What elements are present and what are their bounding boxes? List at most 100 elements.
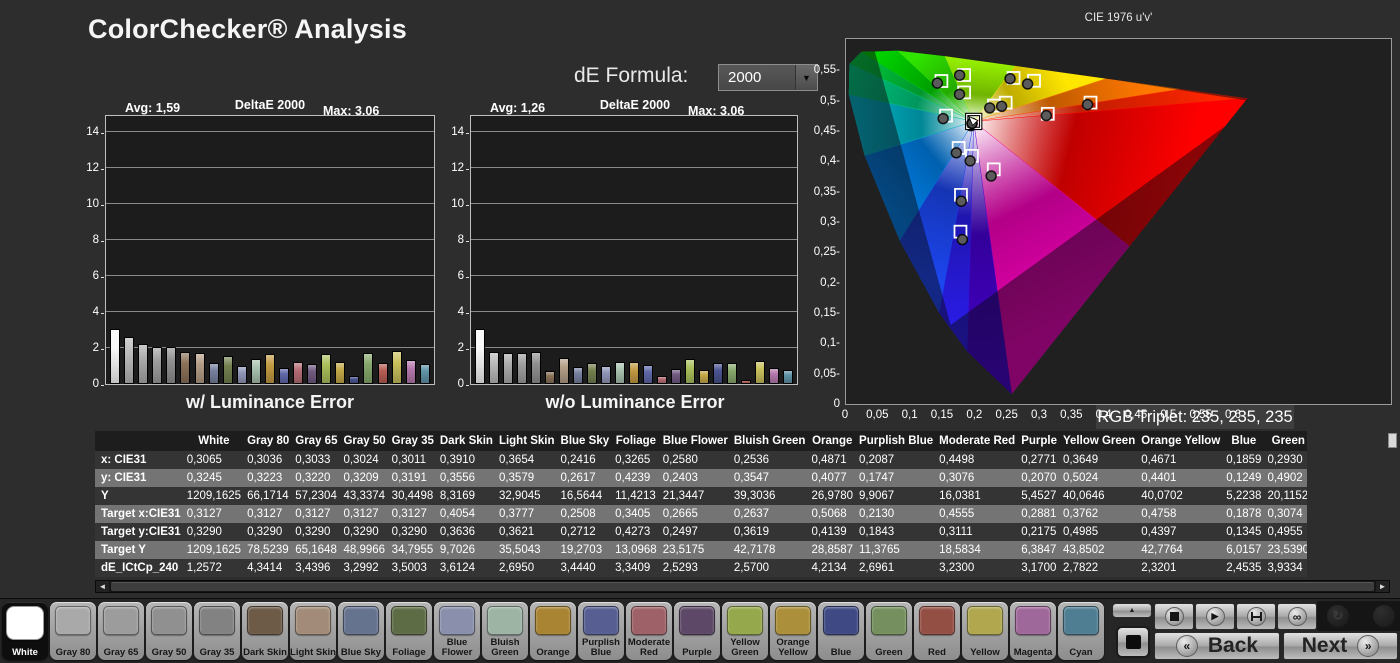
- row-label: Target x:CIE31: [95, 505, 184, 523]
- patch-button-yellow-green[interactable]: Yellow Green: [722, 602, 768, 660]
- patch-swatch: [6, 606, 44, 640]
- y-axis-tick-label: 12: [440, 162, 464, 174]
- patch-button-gray-35[interactable]: Gray 35: [194, 602, 240, 660]
- column-header-purple: Purple: [1018, 431, 1060, 451]
- measured-marker: [938, 114, 948, 124]
- patch-button-gray-50[interactable]: Gray 50: [146, 602, 192, 660]
- column-header-gray-80: Gray 80: [244, 431, 292, 451]
- scroll-left-icon[interactable]: ◄: [96, 581, 109, 592]
- table-cell: 0,2497: [660, 523, 731, 541]
- patch-button-red[interactable]: Red: [914, 602, 960, 660]
- y-axis-tick-label: 6: [440, 270, 464, 282]
- patch-button-orange-yellow[interactable]: Orange Yellow: [770, 602, 816, 660]
- patch-button-green[interactable]: Green: [866, 602, 912, 660]
- patch-label: Gray 80: [56, 635, 91, 660]
- bar-moderate-red: [657, 376, 667, 384]
- scroll-right-icon[interactable]: ►: [1376, 581, 1389, 592]
- loop-button[interactable]: ∞: [1277, 603, 1317, 630]
- measured-marker: [956, 196, 966, 206]
- expander-up-button[interactable]: ▲: [1112, 603, 1152, 618]
- row-label: Y: [95, 487, 184, 505]
- table-cell: 0,3127: [389, 505, 437, 523]
- patch-button-orange[interactable]: Orange: [530, 602, 576, 660]
- current-patch-stop-button[interactable]: [1116, 626, 1150, 658]
- bar-blue-sky: [209, 363, 219, 384]
- bar-bluish-green: [251, 359, 261, 384]
- patch-button-blue-flower[interactable]: Blue Flower: [434, 602, 480, 660]
- patch-button-white[interactable]: White: [2, 602, 48, 660]
- patch-label: Purplish Blue: [578, 635, 624, 660]
- cie-y-tick-label: 0,1-: [802, 337, 840, 349]
- table-cell: 0,3127: [340, 505, 388, 523]
- chart2-caption: w/o Luminance Error: [470, 392, 800, 413]
- patch-button-dark-skin[interactable]: Dark Skin: [242, 602, 288, 660]
- y-axis-tick-label: 4: [440, 306, 464, 318]
- table-cell: 19,2703: [558, 541, 613, 559]
- patch-button-gray-65[interactable]: Gray 65: [98, 602, 144, 660]
- patch-button-yellow[interactable]: Yellow: [962, 602, 1008, 660]
- bar-orange: [265, 354, 275, 384]
- patch-label: Orange Yellow: [770, 635, 816, 660]
- table-cell: 16,0381: [936, 487, 1018, 505]
- bar-gray-80: [489, 352, 499, 384]
- patch-swatch: [583, 606, 619, 635]
- table-vertical-scroll-hint[interactable]: [1388, 433, 1397, 448]
- table-cell: 0,4955: [1264, 523, 1307, 541]
- table-cell: 0,4985: [1060, 523, 1138, 541]
- table-header-row: WhiteGray 80Gray 65Gray 50Gray 35Dark Sk…: [95, 431, 1307, 451]
- table-cell: 0,3405: [612, 505, 660, 523]
- bar-gray-65: [503, 353, 513, 385]
- table-cell: 0,4077: [808, 469, 856, 487]
- patch-button-blue[interactable]: Blue: [818, 602, 864, 660]
- table-cell: 1209,1625: [184, 541, 244, 559]
- back-button[interactable]: « Back: [1154, 632, 1280, 660]
- patch-button-blue-sky[interactable]: Blue Sky: [338, 602, 384, 660]
- stop-button[interactable]: [1154, 603, 1194, 630]
- table-cell: 8,3169: [437, 487, 496, 505]
- table-cell: 6,3847: [1018, 541, 1060, 559]
- patch-button-purple[interactable]: Purple: [674, 602, 720, 660]
- frame-step-icon: [1251, 612, 1262, 621]
- measurement-table: WhiteGray 80Gray 65Gray 50Gray 35Dark Sk…: [95, 431, 1307, 578]
- patch-label: Yellow: [970, 635, 1000, 660]
- next-button-label: Next: [1302, 634, 1348, 658]
- patch-button-magenta[interactable]: Magenta: [1010, 602, 1056, 660]
- record-button-disabled: [1373, 605, 1395, 627]
- patch-label: Purple: [682, 635, 712, 660]
- patch-button-light-skin[interactable]: Light Skin: [290, 602, 336, 660]
- table-cell: 16,5644: [558, 487, 613, 505]
- table-cell: 11,3765: [856, 541, 936, 559]
- cie-chart: CIE 1976 u'v' RGB Triplet: 235, 235, 235…: [800, 8, 1400, 428]
- table-cell: 2,5700: [731, 559, 809, 577]
- column-header-light-skin: Light Skin: [496, 431, 558, 451]
- patch-button-foliage[interactable]: Foliage: [386, 602, 432, 660]
- disabled-controls-zone: ↻: [1317, 601, 1400, 631]
- measured-marker: [965, 156, 975, 166]
- cie-x-tick-label: 0,6: [1211, 409, 1255, 421]
- patch-button-bluish-green[interactable]: Bluish Green: [482, 602, 528, 660]
- bar-green: [363, 353, 373, 385]
- step-button[interactable]: [1236, 603, 1276, 630]
- column-header-white: White: [184, 431, 244, 451]
- patch-button-gray-80[interactable]: Gray 80: [50, 602, 96, 660]
- table-horizontal-scrollbar[interactable]: ◄ ►: [95, 580, 1390, 593]
- table-cell: 1209,1625: [184, 487, 244, 505]
- bar-blue-sky: [573, 367, 583, 384]
- step-button-badge: [1247, 607, 1266, 626]
- next-button[interactable]: Next »: [1283, 632, 1398, 660]
- table-cell: 0,3621: [496, 523, 558, 541]
- bar-yellow-green: [685, 359, 695, 384]
- scrollbar-thumb[interactable]: [111, 582, 1374, 591]
- patch-button-purplish-blue[interactable]: Purplish Blue: [578, 602, 624, 660]
- table-cell: 23,5390: [1264, 541, 1307, 559]
- table-cell: 40,0646: [1060, 487, 1138, 505]
- table-cell: 0,3265: [612, 451, 660, 469]
- patch-button-moderate-red[interactable]: Moderate Red: [626, 602, 672, 660]
- loop-infinity-icon: ∞: [1293, 610, 1302, 624]
- table-cell: 3,1700: [1018, 559, 1060, 577]
- patch-button-cyan[interactable]: Cyan: [1058, 602, 1104, 660]
- patch-swatch: [343, 606, 379, 635]
- table-cell: 9,7026: [437, 541, 496, 559]
- cie-y-tick-label: 0,3-: [802, 216, 840, 228]
- play-button[interactable]: ▶: [1195, 603, 1235, 630]
